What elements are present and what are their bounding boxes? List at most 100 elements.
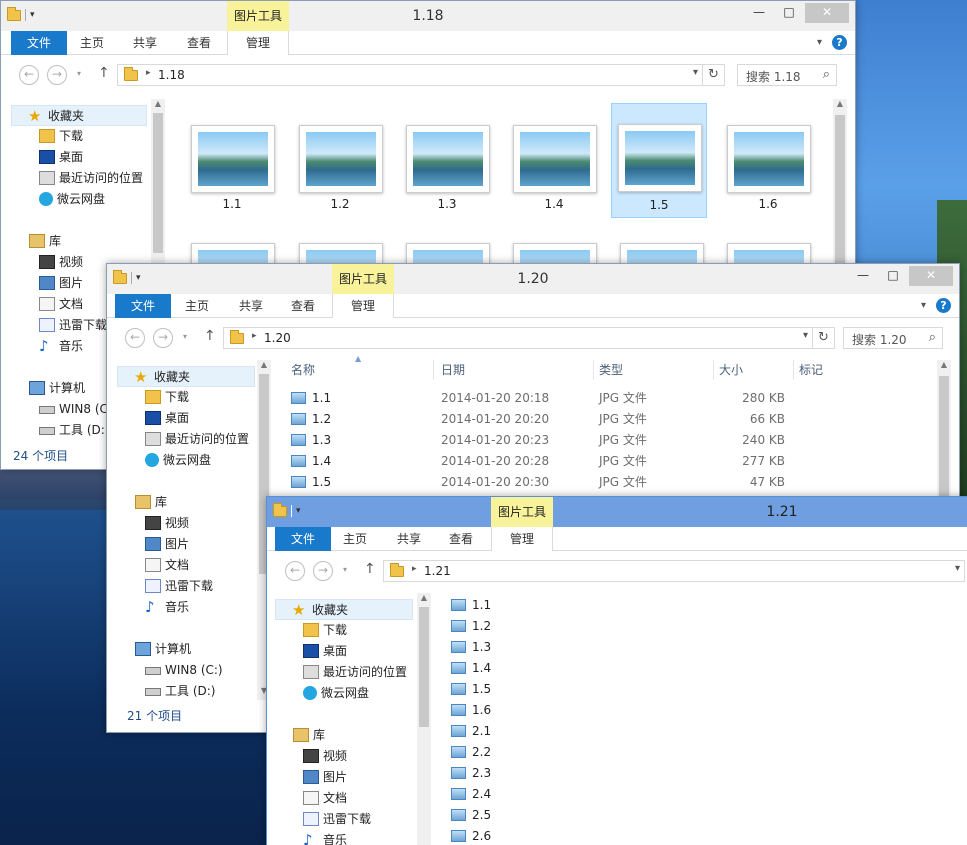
forward-button[interactable]: → [313,561,333,581]
list-item[interactable]: 1.4 [451,658,491,679]
column-header-type[interactable]: 类型 [599,356,623,384]
table-row[interactable]: 1.2 2014-01-20 20:20 JPG 文件 66 KB [283,409,883,430]
column-header-tags[interactable]: 标记 [799,356,823,384]
address-bar[interactable]: ▸ 1.21 ▾ [383,560,965,582]
table-row[interactable]: 1.5 2014-01-20 20:30 JPG 文件 47 KB [283,472,883,493]
nav-videos[interactable]: 视频 [39,252,83,273]
nav-libraries[interactable]: 库 [135,492,167,513]
table-row[interactable]: 1.4 2014-01-20 20:28 JPG 文件 277 KB [283,451,883,472]
tab-file[interactable]: 文件 [275,527,331,551]
close-button[interactable]: ✕ [805,3,849,23]
up-button[interactable]: ↑ [204,328,216,344]
quick-access-dropdown[interactable]: ▾ [30,10,35,20]
list-item[interactable]: 1.3 [451,637,491,658]
nav-favorites[interactable]: ★ 收藏夹 [275,599,413,620]
quick-access-dropdown[interactable]: ▾ [296,506,301,516]
scroll-up-icon[interactable]: ▲ [257,360,271,369]
tab-manage[interactable]: 管理 [227,31,289,55]
help-icon[interactable]: ? [832,35,847,50]
quick-access-dropdown[interactable]: ▾ [136,273,141,283]
nav-music[interactable]: ♪ 音乐 [39,336,83,357]
nav-documents[interactable]: 文档 [303,788,347,809]
address-dropdown[interactable]: ▾ [693,67,698,78]
nav-videos[interactable]: 视频 [145,513,189,534]
recent-locations-dropdown[interactable]: ▾ [77,69,81,78]
nav-favorites[interactable]: ★ 收藏夹 [117,366,255,387]
table-row[interactable]: 1.3 2014-01-20 20:23 JPG 文件 240 KB [283,430,883,451]
search-box[interactable]: 搜索 1.20 ⌕ [843,327,943,349]
address-bar[interactable]: ▸ 1.20 ▾ ↻ [223,327,835,349]
nav-desktop[interactable]: 桌面 [303,641,347,662]
back-button[interactable]: ← [285,561,305,581]
address-bar[interactable]: ▸ 1.18 ▾ ↻ [117,64,725,86]
list-item[interactable]: 1.2 [451,616,491,637]
forward-button[interactable]: → [153,328,173,348]
recent-locations-dropdown[interactable]: ▾ [343,565,347,574]
list-item[interactable]: 1.1 [451,595,491,616]
scroll-up-icon[interactable]: ▲ [417,593,431,602]
nav-thunder[interactable]: 迅雷下载 [39,315,107,336]
tab-view[interactable]: 查看 [173,31,225,55]
scrollbar-thumb[interactable] [153,113,163,253]
nav-favorites[interactable]: ★ 收藏夹 [11,105,147,126]
list-item[interactable]: 1.5 [451,679,491,700]
title-bar[interactable]: ▾ 图片工具 1.18 — □ ✕ [1,1,855,31]
nav-drive-d[interactable]: 工具 (D: [39,420,105,441]
tab-share[interactable]: 共享 [119,31,171,55]
refresh-button[interactable]: ↻ [702,65,724,85]
nav-thunder[interactable]: 迅雷下载 [145,576,213,597]
thumbnail-item[interactable]: 1.6 [723,105,813,215]
list-item[interactable]: 2.4 [451,784,491,805]
minimize-button[interactable]: — [849,266,877,286]
ribbon-expand-icon[interactable]: ▾ [921,300,926,311]
maximize-button[interactable]: □ [775,3,803,23]
nav-downloads[interactable]: 下载 [303,620,347,641]
nav-pictures[interactable]: 图片 [303,767,347,788]
title-bar[interactable]: ▾ 图片工具 1.21 [267,497,967,527]
back-button[interactable]: ← [125,328,145,348]
forward-button[interactable]: → [47,65,67,85]
tab-view[interactable]: 查看 [435,527,487,551]
nav-desktop[interactable]: 桌面 [39,147,83,168]
nav-recent[interactable]: 最近访问的位置 [145,429,249,450]
back-button[interactable]: ← [19,65,39,85]
nav-weiyun[interactable]: 微云网盘 [145,450,211,471]
up-button[interactable]: ↑ [98,65,110,81]
column-header-name[interactable]: 名称 [291,356,315,384]
thumbnail-item-selected[interactable]: 1.5 [611,103,707,218]
scroll-up-icon[interactable]: ▲ [833,99,847,108]
scrollbar-thumb[interactable] [419,607,429,727]
nav-recent[interactable]: 最近访问的位置 [39,168,143,189]
ribbon-expand-icon[interactable]: ▾ [817,37,822,48]
address-dropdown[interactable]: ▾ [803,330,808,341]
column-header-date[interactable]: 日期 [441,356,465,384]
tab-manage[interactable]: 管理 [332,294,394,318]
nav-videos[interactable]: 视频 [303,746,347,767]
tab-home[interactable]: 主页 [67,31,117,55]
list-item[interactable]: 1.6 [451,700,491,721]
nav-libraries[interactable]: 库 [29,231,61,252]
nav-music[interactable]: ♪ 音乐 [145,597,189,618]
title-bar[interactable]: ▾ 图片工具 1.20 — □ ✕ [107,264,959,294]
nav-downloads[interactable]: 下载 [39,126,83,147]
nav-weiyun[interactable]: 微云网盘 [39,189,105,210]
tab-share[interactable]: 共享 [383,527,435,551]
list-item[interactable]: 2.1 [451,721,491,742]
column-header-size[interactable]: 大小 [719,356,743,384]
nav-documents[interactable]: 文档 [145,555,189,576]
nav-downloads[interactable]: 下载 [145,387,189,408]
close-button[interactable]: ✕ [909,266,953,286]
nav-libraries[interactable]: 库 [293,725,325,746]
thumbnail-item[interactable]: 1.4 [509,105,599,215]
nav-weiyun[interactable]: 微云网盘 [303,683,369,704]
nav-pictures[interactable]: 图片 [39,273,83,294]
nav-desktop[interactable]: 桌面 [145,408,189,429]
tab-view[interactable]: 查看 [277,294,329,318]
nav-pictures[interactable]: 图片 [145,534,189,555]
recent-locations-dropdown[interactable]: ▾ [183,332,187,341]
search-box[interactable]: 搜索 1.18 ⌕ [737,64,837,86]
scrollbar-thumb[interactable] [835,115,845,275]
nav-documents[interactable]: 文档 [39,294,83,315]
table-row[interactable]: 1.1 2014-01-20 20:18 JPG 文件 280 KB [283,388,883,409]
up-button[interactable]: ↑ [364,561,376,577]
